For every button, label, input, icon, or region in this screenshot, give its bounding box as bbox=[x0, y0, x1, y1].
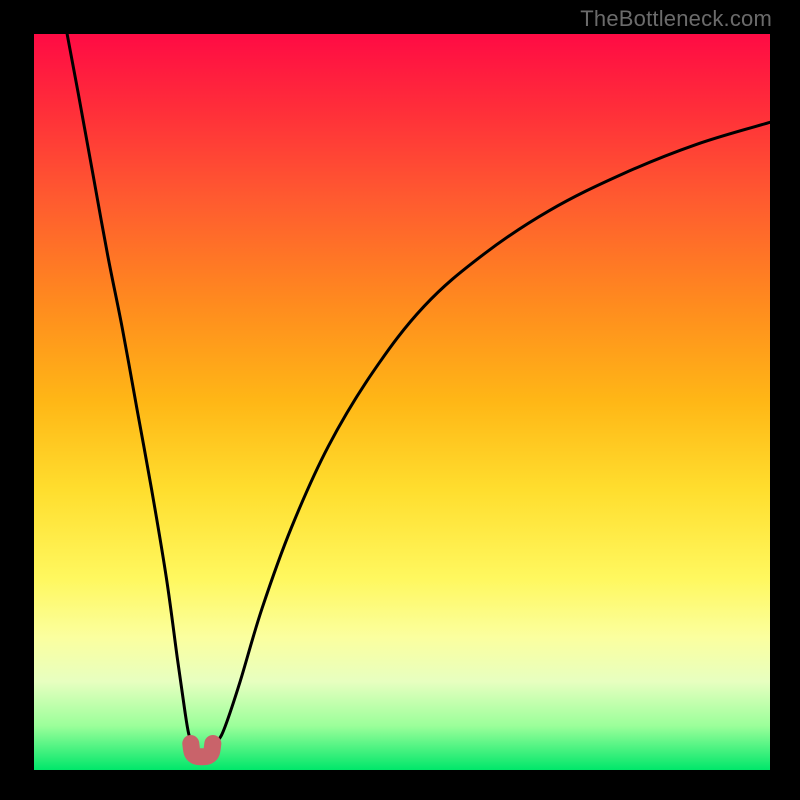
plot-background-gradient bbox=[34, 34, 770, 770]
chart-frame: TheBottleneck.com bbox=[0, 0, 800, 800]
watermark-text: TheBottleneck.com bbox=[580, 6, 772, 32]
